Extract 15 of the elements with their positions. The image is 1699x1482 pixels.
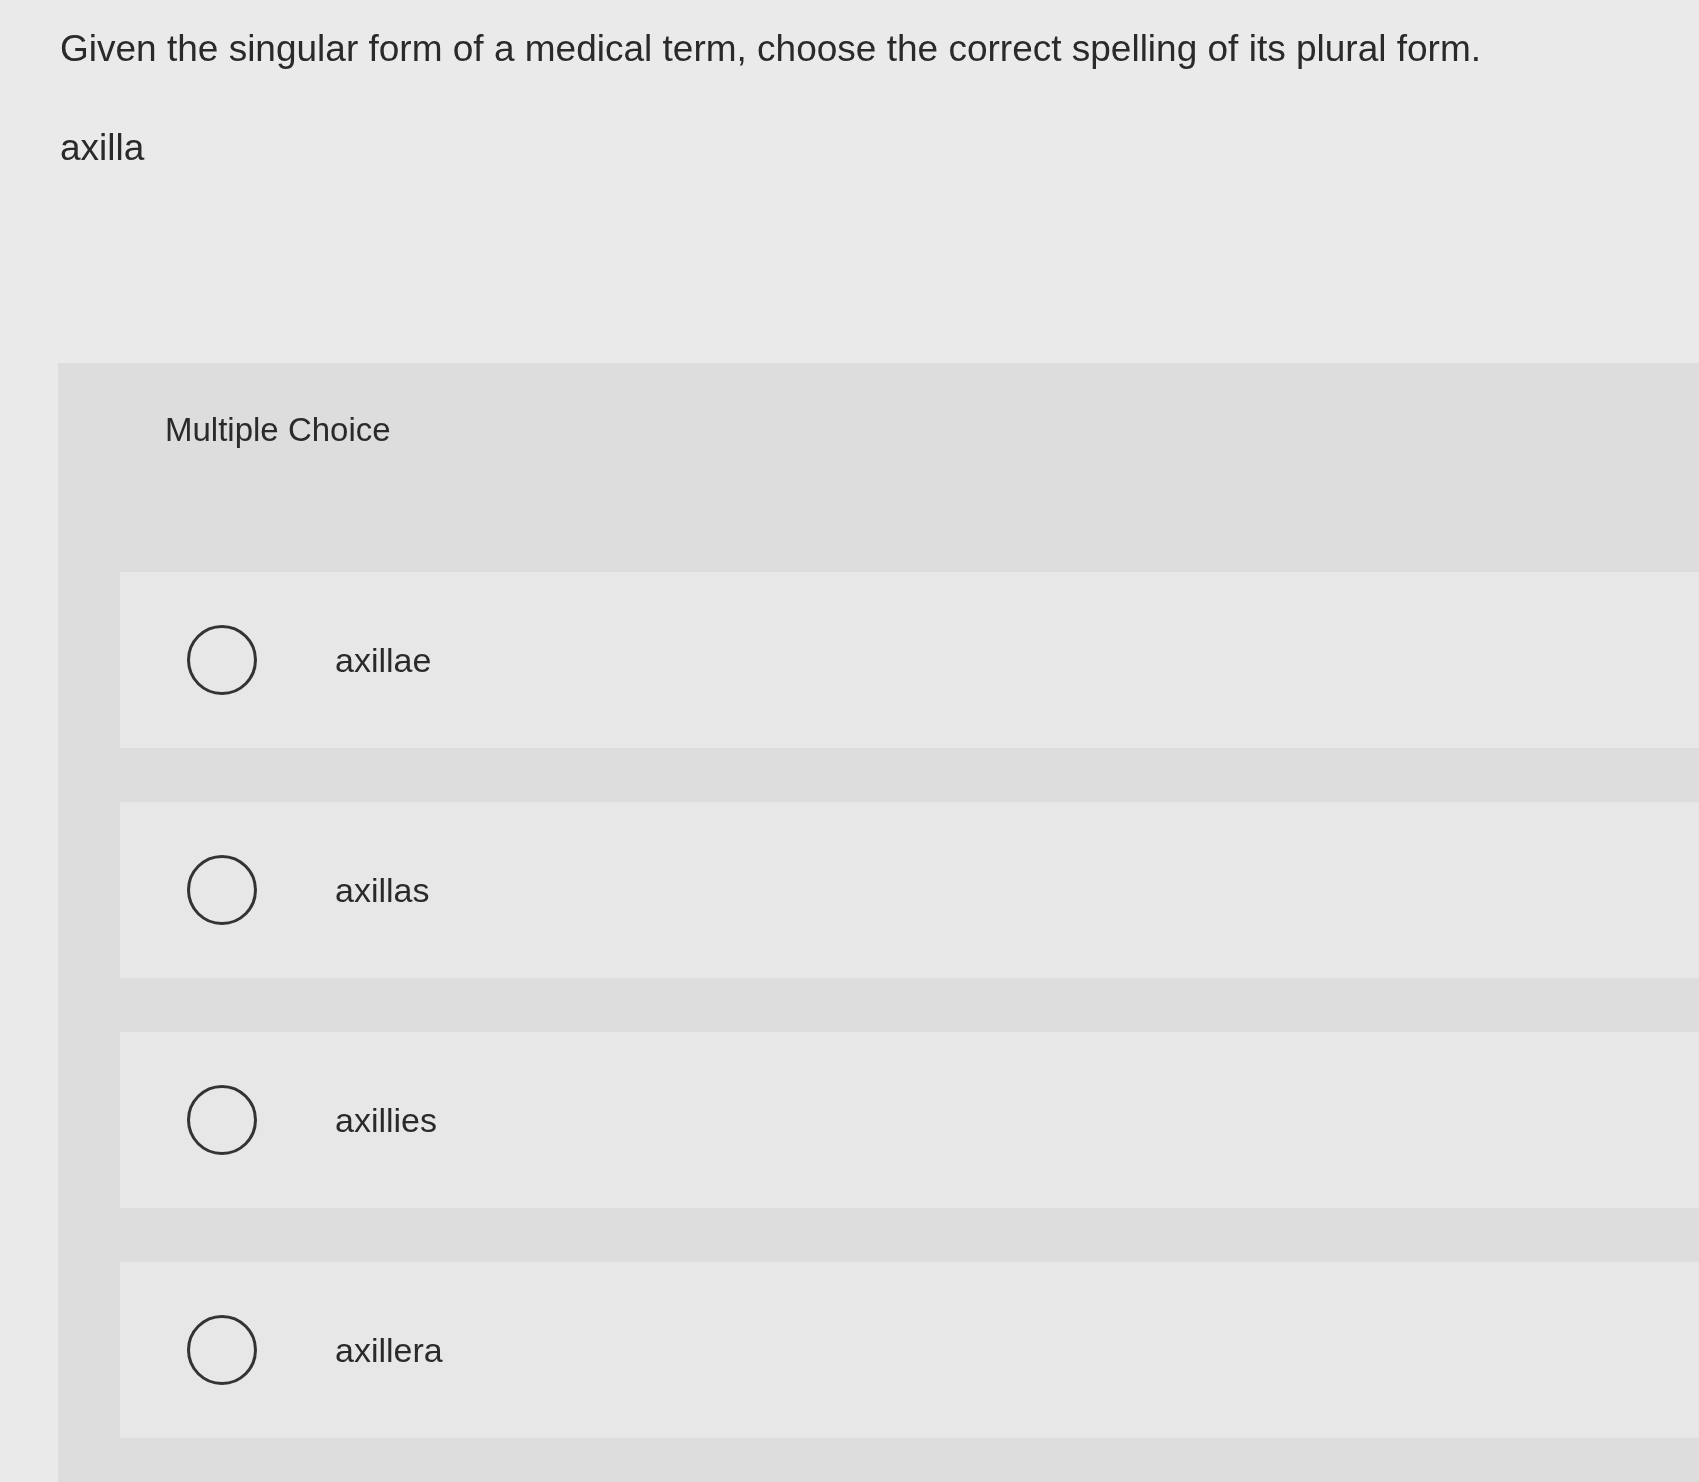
- answer-option[interactable]: axillae: [120, 572, 1699, 748]
- option-label: axillera: [335, 1330, 443, 1371]
- answer-option[interactable]: axillas: [120, 802, 1699, 978]
- section-title: Multiple Choice: [165, 409, 391, 450]
- answer-option[interactable]: axillies: [120, 1032, 1699, 1208]
- option-label: axillas: [335, 870, 430, 911]
- radio-button[interactable]: [187, 1085, 257, 1155]
- answer-option[interactable]: axillera: [120, 1262, 1699, 1438]
- radio-button[interactable]: [187, 625, 257, 695]
- radio-button[interactable]: [187, 855, 257, 925]
- option-label: axillies: [335, 1100, 438, 1141]
- question-prompt: Given the singular form of a medical term, choose the correct spelling of its plural form.: [60, 27, 1482, 71]
- singular-term: axilla: [60, 126, 145, 170]
- option-label: axillae: [335, 640, 432, 681]
- radio-button[interactable]: [187, 1315, 257, 1385]
